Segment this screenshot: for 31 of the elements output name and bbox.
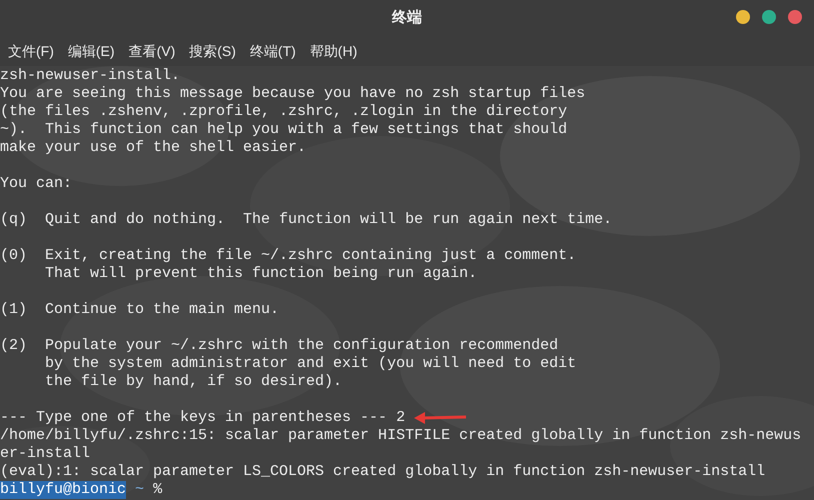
terminal-line: by the system administrator and exit (you will need to edit: [44, 355, 576, 373]
terminal-line: er-install: [0, 445, 90, 463]
terminal-line: make your use of the shell easier.: [0, 139, 306, 157]
arrow-annotation-icon: [414, 412, 466, 424]
terminal-line: zsh-newuser-install.: [0, 67, 180, 85]
prompt-directory: ~: [134, 481, 144, 499]
terminal-line: (1) Continue to the main menu.: [0, 301, 280, 319]
terminal-line: --- Type one of the keys in parentheses --- 2: [0, 409, 406, 427]
terminal-line: (0) Exit, creating the file ~/.zshrc containing just a comment.: [0, 247, 576, 265]
close-button[interactable]: [788, 10, 802, 24]
terminal-line: You are seeing this message because you have no zsh startup files: [0, 85, 586, 103]
menu-item[interactable]: 文件(F): [8, 40, 54, 62]
terminal-line: (2) Populate your ~/.zshrc with the configuration recommended: [0, 337, 558, 355]
menu-item[interactable]: 搜索(S): [189, 40, 236, 62]
prompt-user-host: billyfu@bionic: [0, 481, 126, 499]
terminal-line: (the files .zshenv, .zprofile, .zshrc, .zlogin in the directory: [0, 103, 568, 121]
terminal-line: (q) Quit and do nothing. The function will be run again next time.: [0, 211, 612, 229]
window-title: 终端: [392, 8, 422, 28]
maximize-button[interactable]: [762, 10, 776, 24]
minimize-button[interactable]: [736, 10, 750, 24]
menu-item[interactable]: 编辑(E): [68, 40, 115, 62]
terminal-line: the file by hand, if so desired).: [44, 373, 342, 391]
menu-item[interactable]: 查看(V): [128, 40, 176, 62]
terminal-line: /home/billyfu/.zshrc:15: scalar parameter HISTFILE created globally in function zsh-newus: [0, 427, 802, 445]
terminal-line: You can:: [0, 175, 72, 193]
prompt-symbol: %: [152, 481, 162, 499]
menu-item[interactable]: 终端(T): [250, 40, 296, 62]
terminal-line: (eval):1: scalar parameter LS_COLORS created globally in function zsh-newuser-install: [0, 463, 766, 481]
terminal-line: ~). This function can help you with a few settings that should: [0, 121, 568, 139]
terminal-line: That will prevent this function being run again.: [44, 265, 478, 283]
menu-item[interactable]: 帮助(H): [310, 40, 358, 62]
